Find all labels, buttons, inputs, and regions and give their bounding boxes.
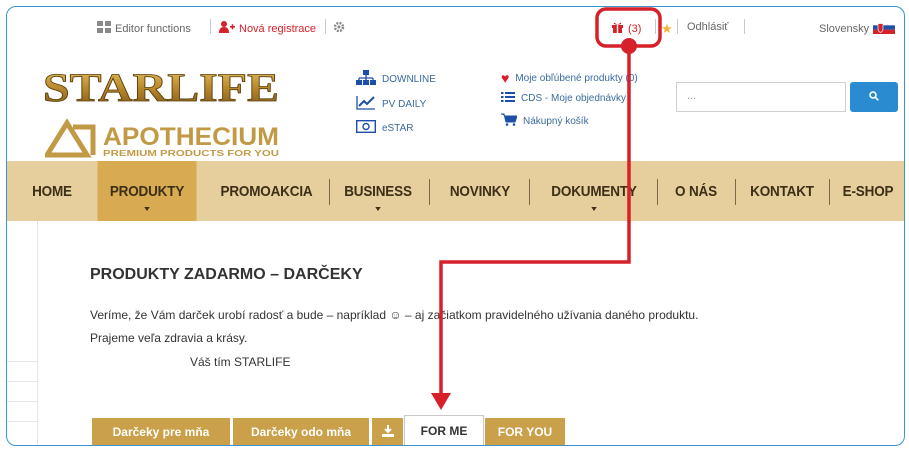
annotation-overlay bbox=[431, 7, 662, 410]
annotation-arrowhead bbox=[431, 393, 451, 410]
annotation-arrow-line bbox=[439, 46, 631, 397]
